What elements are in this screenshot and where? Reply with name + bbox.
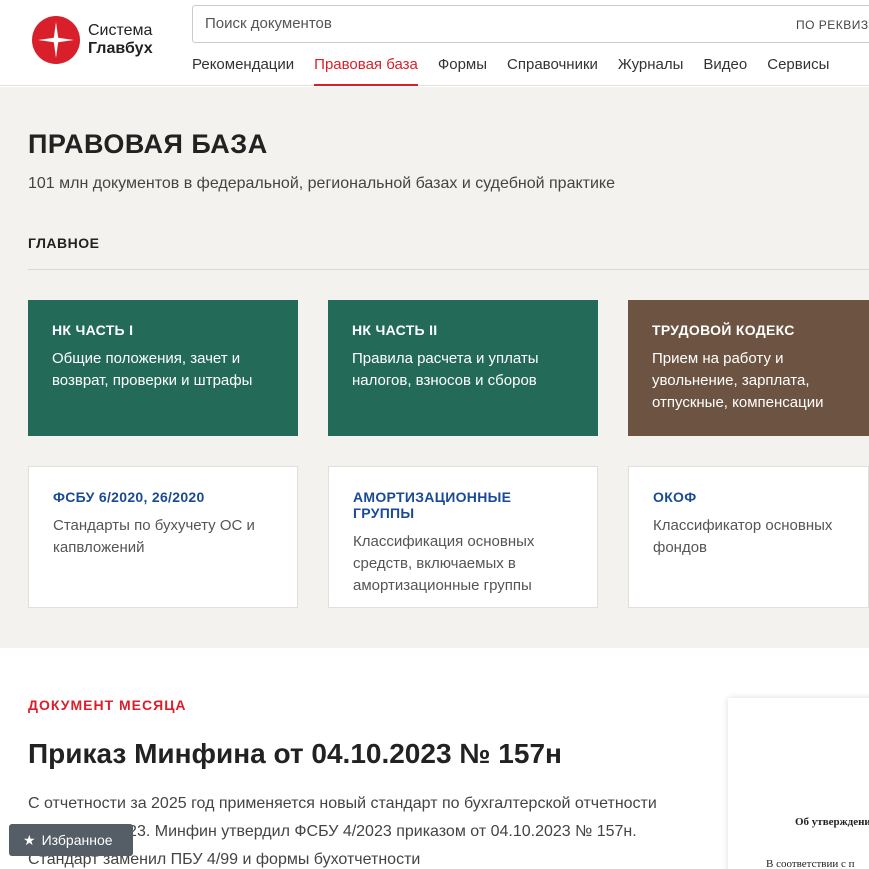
nav-item-legal-base[interactable]: Правовая база xyxy=(314,56,418,86)
nav-item-forms[interactable]: Формы xyxy=(438,56,487,86)
star-icon: ★ xyxy=(23,831,36,848)
logo-line2: Главбух xyxy=(88,40,153,57)
card-desc: Классификация основных средств, включаем… xyxy=(353,533,535,594)
section-divider xyxy=(28,269,869,270)
card-title: ТРУДОВОЙ КОДЕКС xyxy=(652,322,795,338)
header: Система Главбух ПО РЕКВИЗИТАМ Рекомендац… xyxy=(0,0,869,86)
nav-item-video[interactable]: Видео xyxy=(703,56,747,86)
card-desc: Прием на работу и увольнение, зарплата, … xyxy=(652,350,824,411)
card-depreciation-groups[interactable]: АМОРТИЗАЦИОННЫЕ ГРУППЫ Классификация осн… xyxy=(328,466,598,608)
nav-item-recommendations[interactable]: Рекомендации xyxy=(192,56,294,86)
doc-preview-line: Об утверждении xyxy=(795,816,869,828)
legal-base-section: ПРАВОВАЯ БАЗА 101 млн документов в федер… xyxy=(0,87,869,648)
card-fsbu-6-26[interactable]: ФСБУ 6/2020, 26/2020 Стандарты по бухуче… xyxy=(28,466,298,608)
card-labor-code[interactable]: ТРУДОВОЙ КОДЕКС Прием на работу и увольн… xyxy=(628,300,869,436)
search-by-requisites-button[interactable]: ПО РЕКВИЗИТАМ xyxy=(796,18,869,32)
main-nav: Рекомендации Правовая база Формы Справоч… xyxy=(192,56,849,86)
search-input[interactable] xyxy=(205,15,765,32)
card-title: АМОРТИЗАЦИОННЫЕ ГРУППЫ xyxy=(353,489,512,521)
card-title: ОКОФ xyxy=(653,489,697,505)
page-subtitle: 101 млн документов в федеральной, регион… xyxy=(28,175,615,192)
doc-preview-thumbnail[interactable]: Об утверждении В соответствии с п xyxy=(728,698,869,869)
logo-text: Система Главбух xyxy=(88,22,153,58)
favorites-label: Избранное xyxy=(41,832,113,848)
page-title: ПРАВОВАЯ БАЗА xyxy=(28,129,268,159)
nav-item-services[interactable]: Сервисы xyxy=(767,56,829,86)
card-okof[interactable]: ОКОФ Классификатор основных фондов xyxy=(628,466,869,608)
card-title: ФСБУ 6/2020, 26/2020 xyxy=(53,489,205,505)
card-nk-part-2[interactable]: НК ЧАСТЬ II Правила расчета и уплаты нал… xyxy=(328,300,598,436)
card-desc: Правила расчета и уплаты налогов, взносо… xyxy=(352,350,539,389)
search-box: ПО РЕКВИЗИТАМ xyxy=(192,5,869,43)
card-desc: Классификатор основных фондов xyxy=(653,517,833,556)
logo-line1: Система xyxy=(88,22,153,39)
favorites-button[interactable]: ★ Избранное xyxy=(9,824,133,856)
logo[interactable]: Система Главбух xyxy=(32,16,153,64)
card-title: НК ЧАСТЬ I xyxy=(52,322,134,338)
doc-month-label: ДОКУМЕНТ МЕСЯЦА xyxy=(28,697,187,713)
card-desc: Стандарты по бухучету ОС и капвложений xyxy=(53,517,255,556)
nav-item-reference[interactable]: Справочники xyxy=(507,56,598,86)
logo-star-icon xyxy=(32,16,80,64)
doc-preview-line: В соответствии с п xyxy=(766,858,855,869)
nav-item-journals[interactable]: Журналы xyxy=(618,56,684,86)
card-title: НК ЧАСТЬ II xyxy=(352,322,438,338)
section-label-main: ГЛАВНОЕ xyxy=(28,235,100,251)
card-nk-part-1[interactable]: НК ЧАСТЬ I Общие положения, зачет и возв… xyxy=(28,300,298,436)
doc-month-title[interactable]: Приказ Минфина от 04.10.2023 № 157н xyxy=(28,738,562,770)
card-desc: Общие положения, зачет и возврат, провер… xyxy=(52,350,253,389)
